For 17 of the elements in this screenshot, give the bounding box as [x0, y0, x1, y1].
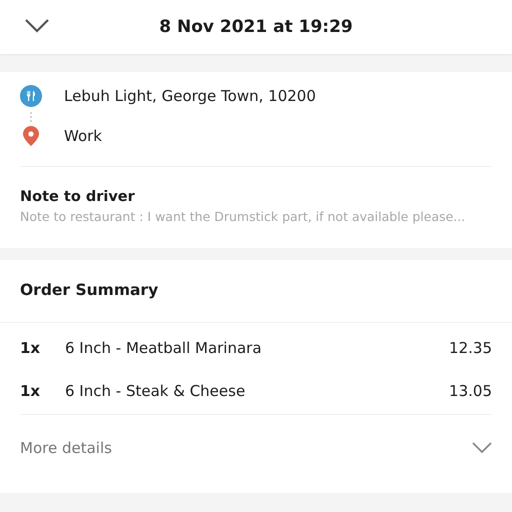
note-title: Note to driver: [20, 189, 136, 205]
collapse-chevron-icon[interactable]: [24, 18, 50, 34]
item-name: 6 Inch - Meatball Marinara: [65, 339, 263, 357]
item-price: 13.05: [449, 382, 492, 400]
chevron-down-icon: [472, 442, 492, 454]
more-details-button[interactable]: More details: [0, 415, 512, 481]
address-text: Work: [64, 127, 102, 145]
item-quantity: 1x: [20, 382, 42, 400]
item-name: 6 Inch - Steak & Cheese: [65, 382, 246, 400]
restaurant-icon: [20, 85, 42, 107]
location-pin-icon: [20, 125, 42, 147]
item-price: 12.35: [449, 339, 492, 357]
item-quantity: 1x: [20, 339, 42, 357]
address-text: Lebuh Light, George Town, 10200: [64, 87, 316, 105]
section-title: Order Summary: [20, 281, 158, 299]
order-date-title: 8 Nov 2021 at 19:29: [159, 17, 353, 37]
note-text: Note to restaurant : I want the Drumstick part, if not available please...: [20, 209, 466, 224]
